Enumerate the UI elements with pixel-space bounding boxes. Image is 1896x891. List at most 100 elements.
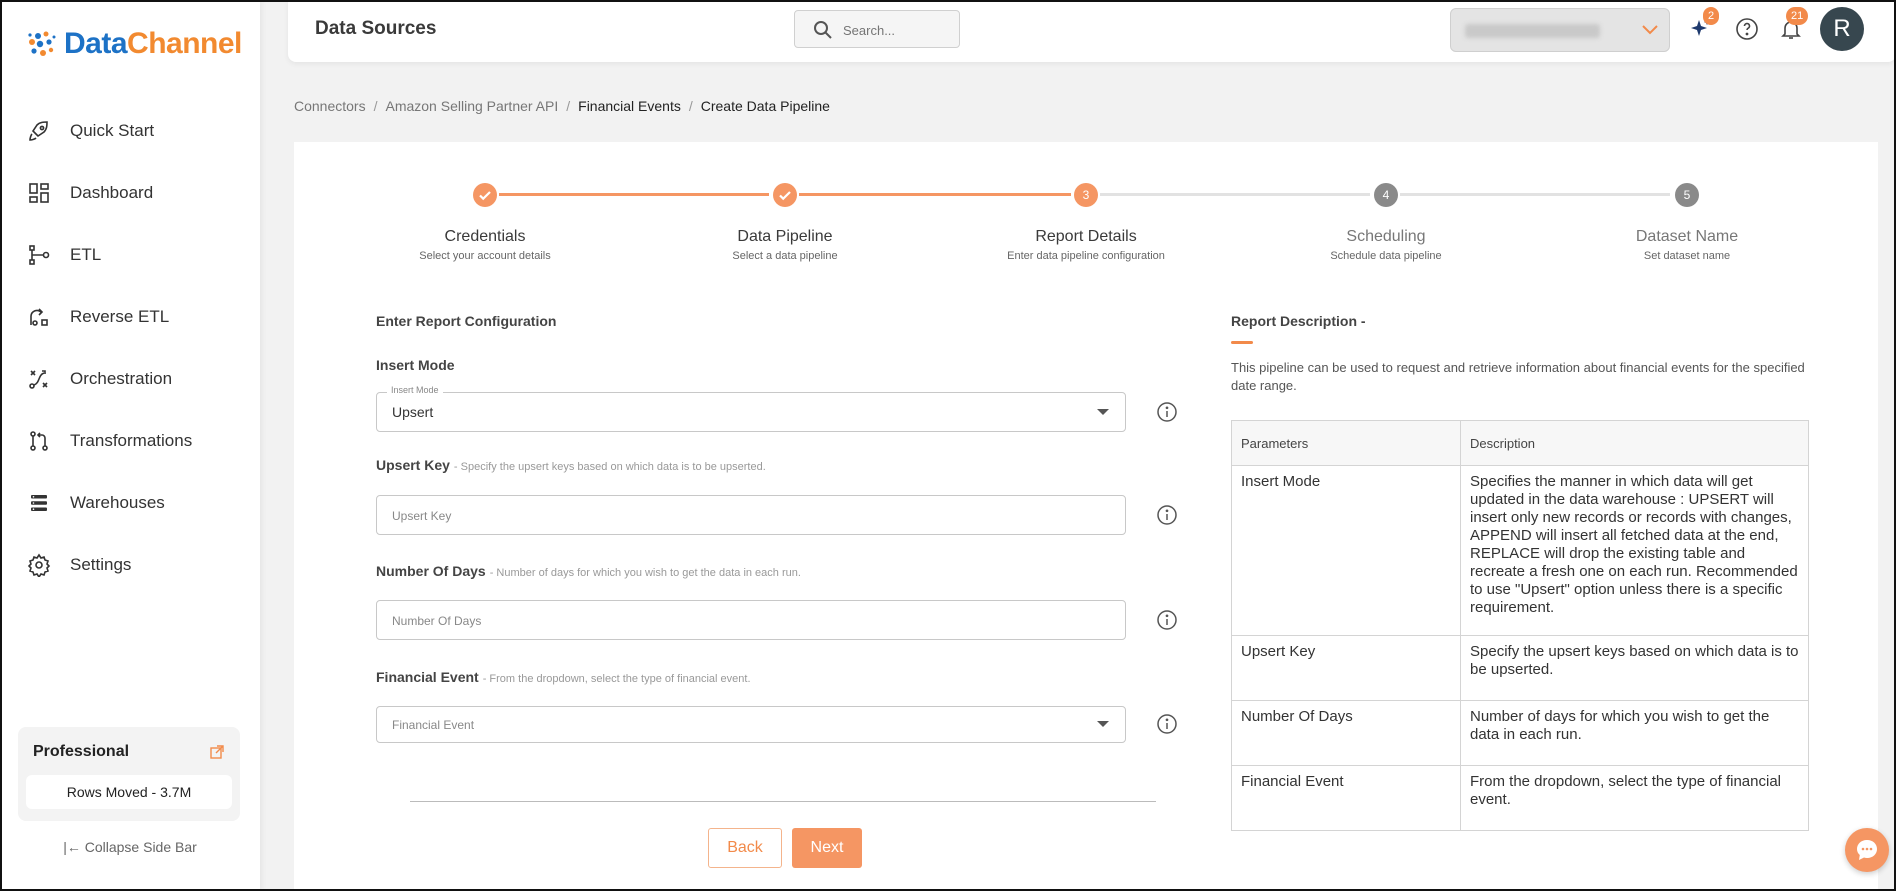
sidebar-item-label: Orchestration: [70, 369, 173, 388]
step-1-check-icon: [473, 183, 497, 207]
upsert-key-placeholder: Upsert Key: [392, 509, 452, 523]
sidebar-item-transformations[interactable]: Transformations: [0, 410, 260, 472]
sidebar-item-settings[interactable]: Settings: [0, 534, 260, 596]
sidebar-item-label: Transformations: [70, 431, 193, 450]
financial-event-select[interactable]: Financial Event: [376, 706, 1126, 743]
report-description-text: This pipeline can be used to request and…: [1231, 360, 1805, 393]
sidebar-item-reverse-etl[interactable]: Reverse ETL: [0, 286, 260, 348]
search-box[interactable]: [794, 10, 960, 48]
param-description: From the dropdown, select the type of fi…: [1460, 765, 1809, 831]
rows-moved: Rows Moved - 3.7M: [26, 775, 232, 809]
pipeline-card: 3 4 5 Credentials Select your account de…: [294, 142, 1878, 891]
financial-event-label-text: Financial Event: [376, 669, 479, 685]
number-of-days-input[interactable]: Number Of Days: [376, 600, 1126, 640]
upsert-key-label: Upsert Key - Specify the upsert keys base…: [376, 457, 766, 473]
help-icon: [1736, 18, 1758, 40]
step-3-subtitle: Enter data pipeline configuration: [1007, 250, 1165, 262]
number-of-days-hint: - Number of days for which you wish to g…: [489, 567, 801, 579]
sidebar-item-orchestration[interactable]: Orchestration: [0, 348, 260, 410]
step-connector: [499, 193, 769, 196]
financial-event-label: Financial Event - From the dropdown, sele…: [376, 669, 751, 685]
notifications-button[interactable]: 21: [1778, 7, 1809, 42]
table-row: Financial Event From the dropdown, selec…: [1231, 765, 1809, 831]
sidebar-item-quick-start[interactable]: Quick Start: [0, 100, 260, 162]
stepper: 3 4 5 Credentials Select your account de…: [294, 142, 1878, 272]
insert-mode-label: Insert Mode: [376, 357, 455, 373]
brand-name-part1: Data: [64, 27, 128, 60]
sidebar-item-label: Reverse ETL: [70, 307, 170, 326]
step-5-number: 5: [1675, 183, 1699, 207]
brand-name: DataChannel: [64, 27, 242, 61]
brand-name-part2: Channel: [127, 27, 242, 60]
table-row: Insert Mode Specifies the manner in whic…: [1231, 465, 1809, 636]
step-5-title: Dataset Name: [1635, 228, 1739, 245]
upsert-key-label-text: Upsert Key: [376, 457, 450, 473]
sidebar-item-dashboard[interactable]: Dashboard: [0, 162, 260, 224]
insert-mode-label-text: Insert Mode: [376, 357, 455, 373]
step-4-title: Scheduling: [1346, 228, 1426, 245]
parameters-table: Parameters Description Insert Mode Speci…: [1231, 420, 1809, 831]
info-icon[interactable]: [1156, 713, 1178, 735]
breadcrumb-connectors[interactable]: Connectors: [294, 98, 366, 114]
avatar[interactable]: R: [1820, 7, 1864, 51]
rocket-icon: [26, 118, 52, 144]
collapse-sidebar-button[interactable]: |← Collapse Side Bar: [0, 839, 260, 855]
number-of-days-label-text: Number Of Days: [376, 563, 486, 579]
topbar: Data Sources 2 21 R: [288, 0, 1896, 62]
step-1-subtitle: Select your account details: [419, 250, 551, 262]
param-description: Number of days for which you wish to get…: [1460, 700, 1809, 766]
warehouses-icon: [26, 490, 52, 516]
breadcrumb-separator: /: [688, 98, 693, 114]
sidebar-item-etl[interactable]: ETL: [0, 224, 260, 286]
step-2-subtitle: Select a data pipeline: [732, 250, 838, 262]
sidebar-item-label: Settings: [70, 555, 132, 574]
param-name: Financial Event: [1231, 765, 1461, 831]
brand-logo[interactable]: DataChannel: [24, 26, 242, 62]
breadcrumb-current: Create Data Pipeline: [700, 98, 830, 114]
breadcrumb-report[interactable]: Financial Events: [578, 98, 681, 114]
search-input[interactable]: [843, 19, 953, 41]
step-connector: [1100, 193, 1370, 196]
sidebar-item-warehouses[interactable]: Warehouses: [0, 472, 260, 534]
breadcrumb-separator: /: [566, 98, 571, 114]
workspace-name-blurred: [1465, 24, 1600, 38]
chat-button[interactable]: [1845, 828, 1889, 872]
number-of-days-label: Number Of Days - Number of days for which…: [376, 563, 801, 579]
sidebar-item-label: Quick Start: [70, 121, 155, 140]
step-connector: [1400, 193, 1670, 196]
help-button[interactable]: [1734, 16, 1760, 42]
financial-event-hint: - From the dropdown, select the type of …: [482, 673, 751, 685]
insert-mode-select[interactable]: Insert Mode Upsert: [376, 385, 1126, 432]
dropdown-arrow-icon: [1097, 409, 1109, 415]
form-divider: [410, 801, 1156, 802]
transformations-icon: [26, 428, 52, 454]
ai-assistant-button[interactable]: 2: [1688, 7, 1720, 42]
collapse-label: Collapse Side Bar: [84, 839, 197, 855]
upsert-key-input[interactable]: Upsert Key: [376, 495, 1126, 535]
table-header-parameters: Parameters: [1231, 420, 1461, 466]
info-icon[interactable]: [1156, 401, 1178, 423]
breadcrumb-connector-name[interactable]: Amazon Selling Partner API: [385, 98, 558, 114]
reverse-etl-icon: [26, 304, 52, 330]
table-row: Number Of Days Number of days for which …: [1231, 700, 1809, 766]
financial-event-placeholder: Financial Event: [392, 718, 475, 732]
next-button[interactable]: Next: [792, 828, 862, 868]
gear-icon: [26, 552, 52, 578]
info-icon[interactable]: [1156, 504, 1178, 526]
external-link-icon[interactable]: [210, 745, 224, 759]
etl-icon: [26, 242, 52, 268]
collapse-icon: |←: [63, 839, 81, 855]
table-header-row: Parameters Description: [1231, 420, 1809, 466]
info-icon[interactable]: [1156, 609, 1178, 631]
form-heading: Enter Report Configuration: [376, 313, 557, 329]
step-4-number: 4: [1374, 183, 1398, 207]
param-name: Upsert Key: [1231, 635, 1461, 701]
table-row: Upsert Key Specify the upsert keys based…: [1231, 635, 1809, 701]
back-button[interactable]: Back: [708, 828, 782, 868]
page-title: Data Sources: [315, 18, 437, 39]
step-3-title: Report Details: [1035, 228, 1137, 245]
step-connector: [799, 193, 1071, 196]
param-name: Insert Mode: [1231, 465, 1461, 636]
workspace-selector[interactable]: [1450, 8, 1670, 52]
step-2-check-icon: [773, 183, 797, 207]
